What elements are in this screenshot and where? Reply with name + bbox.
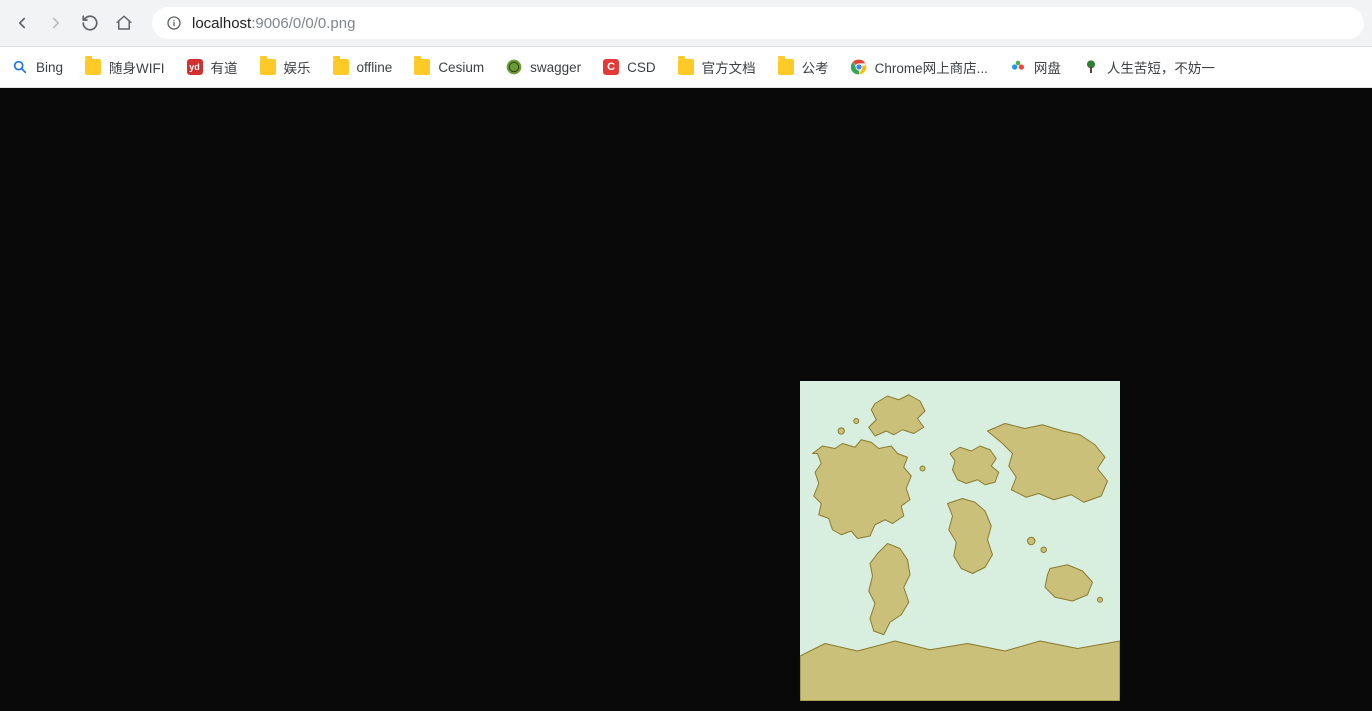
search-icon (12, 59, 28, 75)
bookmark-label: Chrome网上商店... (875, 57, 988, 77)
bookmark-chrome-store[interactable]: Chrome网上商店... (851, 57, 988, 77)
site-info-icon[interactable] (166, 15, 182, 31)
bookmark-entertainment[interactable]: 娱乐 (260, 57, 311, 77)
swagger-icon (506, 59, 522, 75)
address-bar[interactable]: localhost:9006/0/0/0.png (152, 7, 1364, 39)
bookmark-youdao[interactable]: yd 有道 (187, 57, 238, 77)
bookmark-label: offline (357, 60, 393, 75)
bookmark-label: CSD (627, 60, 656, 75)
bookmark-label: 官方文档 (702, 57, 756, 77)
bookmark-label: 公考 (802, 57, 829, 77)
home-button[interactable] (110, 9, 138, 37)
csdn-icon: C (603, 59, 619, 75)
folder-icon (778, 59, 794, 75)
map-tile-image (800, 381, 1120, 701)
bookmark-label: 网盘 (1034, 57, 1061, 77)
bookmark-exam[interactable]: 公考 (778, 57, 829, 77)
bookmark-label: 娱乐 (284, 57, 311, 77)
bookmark-label: 随身WIFI (109, 57, 165, 77)
bookmark-docs[interactable]: 官方文档 (678, 57, 756, 77)
bookmark-label: Bing (36, 60, 63, 75)
folder-icon (260, 59, 276, 75)
bookmark-csdn[interactable]: C CSD (603, 59, 656, 75)
folder-icon (85, 59, 101, 75)
tree-icon (1083, 59, 1099, 75)
bookmark-swagger[interactable]: swagger (506, 59, 581, 75)
bookmark-wifi[interactable]: 随身WIFI (85, 57, 165, 77)
folder-icon (414, 59, 430, 75)
forward-button[interactable] (42, 9, 70, 37)
bookmark-life[interactable]: 人生苦短，不妨一 (1083, 57, 1215, 77)
chrome-icon (851, 59, 867, 75)
youdao-icon: yd (187, 59, 203, 75)
bookmarks-bar: Bing 随身WIFI yd 有道 娱乐 offline Cesium swag… (0, 47, 1372, 88)
bookmark-label: swagger (530, 60, 581, 75)
bookmark-label: 有道 (211, 57, 238, 77)
folder-icon (678, 59, 694, 75)
bookmark-netdisk[interactable]: 网盘 (1010, 57, 1061, 77)
bookmark-offline[interactable]: offline (333, 59, 393, 75)
bookmark-label: 人生苦短，不妨一 (1107, 57, 1215, 77)
page-content (0, 88, 1372, 711)
folder-icon (333, 59, 349, 75)
bookmark-cesium[interactable]: Cesium (414, 59, 484, 75)
bookmark-label: Cesium (438, 60, 484, 75)
browser-toolbar: localhost:9006/0/0/0.png (0, 0, 1372, 47)
back-button[interactable] (8, 9, 36, 37)
bookmark-bing[interactable]: Bing (12, 59, 63, 75)
url-text: localhost:9006/0/0/0.png (192, 15, 355, 32)
netdisk-icon (1010, 59, 1026, 75)
reload-button[interactable] (76, 9, 104, 37)
